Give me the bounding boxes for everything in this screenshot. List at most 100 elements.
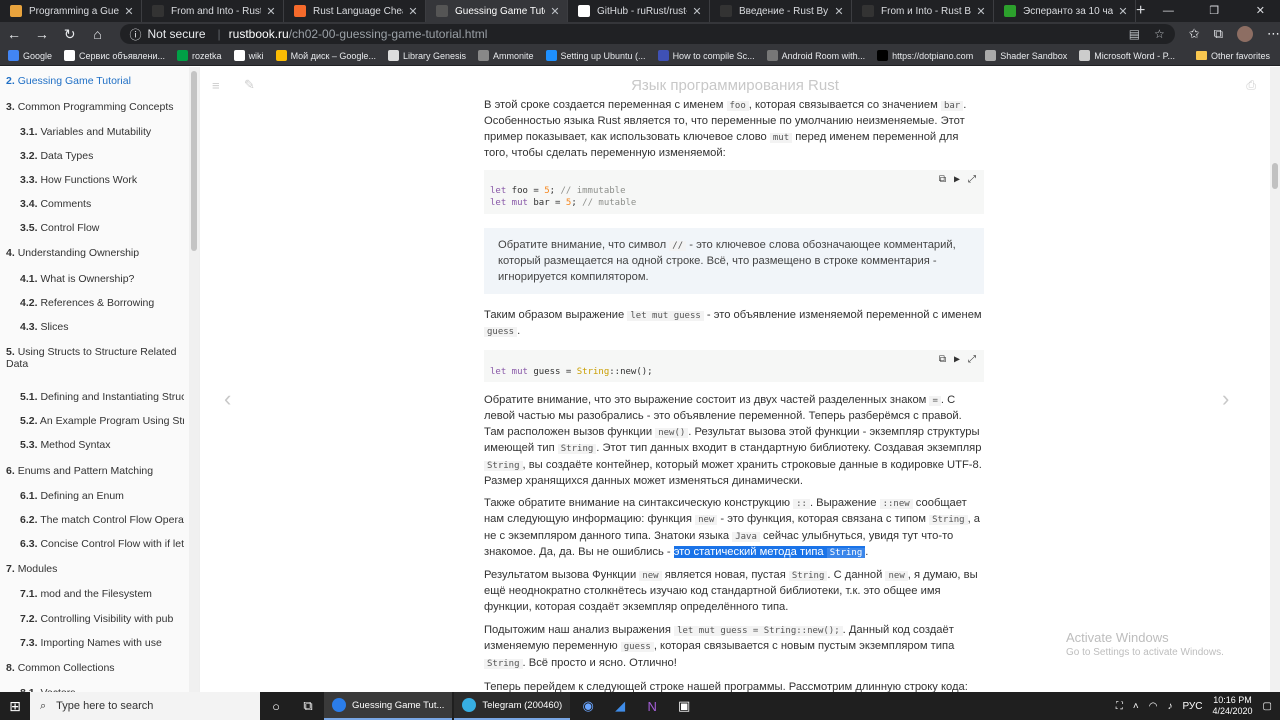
toc-item[interactable]: 2. Guessing Game Tutorial [6, 75, 190, 87]
new-tab-button[interactable]: + [1136, 0, 1145, 22]
tray-chevron-icon[interactable]: ˄ [1133, 701, 1139, 712]
bookmark-item[interactable]: Ammonite [477, 50, 534, 61]
bookmark-item[interactable]: Google [8, 50, 52, 61]
bookmark-item[interactable]: Setting up Ubuntu (... [545, 50, 646, 61]
toc-item[interactable]: 4.3. Slices [20, 321, 184, 333]
close-window-icon[interactable]: ✕ [1237, 0, 1280, 22]
run-icon[interactable]: ▶ [954, 354, 960, 366]
taskbar-search[interactable]: ⌕ Type here to search [30, 692, 260, 720]
info-icon[interactable]: ⓘ [130, 26, 142, 43]
browser-tab[interactable]: Rust Language Cheat Sheet ✕ [284, 0, 426, 22]
toc-item[interactable]: 3.4. Comments [20, 198, 184, 210]
home-icon[interactable]: ⌂ [84, 26, 112, 42]
people-icon[interactable]: ⛶ [1116, 701, 1123, 712]
next-chapter-icon[interactable]: › [1222, 386, 1229, 412]
print-icon[interactable]: ⎙ [1246, 78, 1256, 93]
expand-icon[interactable]: ⤢ [968, 354, 976, 366]
toc-item[interactable]: 8. Common Collections [6, 662, 190, 674]
browser-tab[interactable]: Эсперанто за 10 часов ✕ [994, 0, 1136, 22]
bookmark-item[interactable]: Сервис объявлени... [64, 50, 165, 61]
chrome-icon[interactable]: ◉ [572, 698, 604, 714]
bookmark-item[interactable]: How to compile Sc... [657, 50, 755, 61]
close-tab-icon[interactable]: ✕ [975, 5, 987, 18]
keyboard-lang[interactable]: РУС [1182, 701, 1202, 712]
bookmark-item[interactable]: rozetka [177, 50, 222, 61]
forward-icon[interactable]: → [28, 26, 56, 42]
toc-item[interactable]: 7. Modules [6, 563, 190, 575]
read-aloud-icon[interactable]: ▤ [1129, 27, 1140, 41]
reload-icon[interactable]: ↻ [56, 26, 84, 43]
restore-icon[interactable]: ❐ [1191, 0, 1237, 22]
profile-avatar[interactable] [1237, 26, 1253, 42]
other-favorites[interactable]: Other favorites [1195, 51, 1270, 61]
toc-item[interactable]: 3.3. How Functions Work [20, 174, 184, 186]
bookmark-item[interactable]: Android Room with... [766, 50, 865, 61]
wifi-icon[interactable]: ◠ [1149, 701, 1158, 712]
close-tab-icon[interactable]: ✕ [1117, 5, 1129, 18]
toc-item[interactable]: 4.2. References & Borrowing [20, 297, 184, 309]
sidebar-scroll-thumb[interactable] [191, 71, 197, 251]
favorite-star-icon[interactable]: ☆ [1154, 27, 1165, 41]
vscode-icon[interactable]: ◢ [604, 698, 636, 714]
taskbar-app-telegram[interactable]: Telegram (200460) [454, 692, 571, 720]
run-icon[interactable]: ▶ [954, 174, 960, 186]
toc-item[interactable]: 5.1. Defining and Instantiating Structs [20, 391, 184, 403]
taskbar-app-edge[interactable]: Guessing Game Tut... [324, 692, 453, 720]
windows-start-icon[interactable]: ⊞ [0, 698, 30, 715]
back-icon[interactable]: ← [0, 26, 28, 42]
close-tab-icon[interactable]: ✕ [407, 5, 419, 18]
bookmark-item[interactable]: Shader Sandbox [985, 50, 1067, 61]
copy-icon[interactable]: ⧉ [939, 174, 946, 186]
page-scrollbar[interactable] [1270, 67, 1280, 692]
minimize-icon[interactable]: — [1145, 0, 1191, 22]
browser-tab[interactable]: GitHub - ruRust/rust-by-ex ✕ [568, 0, 710, 22]
volume-icon[interactable]: ♪ [1167, 701, 1172, 712]
close-tab-icon[interactable]: ✕ [691, 5, 703, 18]
close-tab-icon[interactable]: ✕ [833, 5, 845, 18]
selected-text[interactable]: это статический метода типа String [673, 546, 866, 559]
bookmark-item[interactable]: Microsoft Word - P... [1079, 50, 1175, 61]
copy-icon[interactable]: ⧉ [939, 354, 946, 366]
toc-item[interactable]: 3.2. Data Types [20, 150, 184, 162]
toc-item[interactable]: 6.1. Defining an Enum [20, 490, 184, 502]
sidebar-scrollbar[interactable] [189, 67, 199, 692]
toc-item[interactable]: 3.5. Control Flow [20, 222, 184, 234]
toc-item[interactable]: 7.1. mod and the Filesystem [20, 588, 184, 600]
toc-item[interactable]: 6.3. Concise Control Flow with if let [20, 538, 184, 550]
close-tab-icon[interactable]: ✕ [265, 5, 277, 18]
more-menu-icon[interactable]: ⋯ [1267, 26, 1280, 42]
address-bar[interactable]: ⓘ Not secure | rustbook.ru /ch02-00-gues… [119, 24, 1175, 44]
browser-tab[interactable]: Programming a Guessing G ✕ [0, 0, 142, 22]
bookmark-item[interactable]: Library Genesis [387, 50, 466, 61]
toc-item[interactable]: 5.2. An Example Program Using Struc [20, 415, 184, 427]
browser-tab[interactable]: From и Into - Rust By Exam ✕ [852, 0, 994, 22]
close-tab-icon[interactable]: ✕ [123, 5, 135, 18]
favorites-icon[interactable]: ✩ [1189, 26, 1200, 42]
toc-item[interactable]: 4. Understanding Ownership [6, 247, 190, 259]
browser-tab[interactable]: From and Into - Rust By Ex ✕ [142, 0, 284, 22]
previous-chapter-icon[interactable]: ‹ [224, 386, 231, 412]
toc-item[interactable]: 7.2. Controlling Visibility with pub [20, 613, 184, 625]
bookmark-item[interactable]: Мой диск – Google... [275, 50, 376, 61]
browser-tab[interactable]: Введение - Rust By Exampl ✕ [710, 0, 852, 22]
toc-item[interactable]: 3. Common Programming Concepts [6, 101, 190, 113]
toc-item[interactable]: 3.1. Variables and Mutability [20, 126, 184, 138]
collections-icon[interactable]: ⧉ [1214, 26, 1223, 42]
terminal-icon[interactable]: ▣ [668, 698, 700, 714]
toc-item[interactable]: 5.3. Method Syntax [20, 439, 184, 451]
clock[interactable]: 10:16 PM 4/24/2020 [1213, 695, 1253, 717]
cortana-icon[interactable]: ○ [260, 699, 292, 714]
task-view-icon[interactable]: ⧉ [292, 698, 324, 714]
toc-item[interactable]: 7.3. Importing Names with use [20, 637, 184, 649]
close-tab-icon[interactable]: ✕ [549, 5, 561, 18]
page-scroll-thumb[interactable] [1272, 163, 1278, 189]
onenote-icon[interactable]: N [636, 699, 668, 714]
bookmark-item[interactable]: wiki [233, 50, 264, 61]
bookmark-item[interactable]: https://dotpiano.com [877, 50, 973, 61]
toc-item[interactable]: 6. Enums and Pattern Matching [6, 465, 190, 477]
notification-icon[interactable]: ▢ [1263, 701, 1272, 712]
toc-item[interactable]: 6.2. The match Control Flow Operator [20, 514, 184, 526]
browser-tab[interactable]: Guessing Game Tutorial - Я ✕ [426, 0, 568, 22]
toc-item[interactable]: 5. Using Structs to Structure Related Dat… [6, 346, 190, 370]
toc-item[interactable]: 4.1. What is Ownership? [20, 273, 184, 285]
